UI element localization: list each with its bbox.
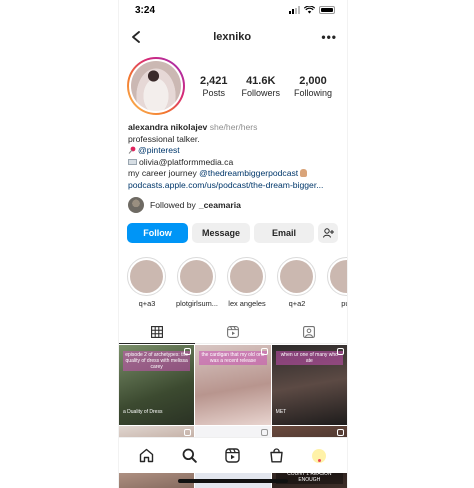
tab-reels[interactable] [195,320,271,343]
highlight-cover [230,260,263,293]
tab-posts-grid[interactable] [119,320,195,344]
profile-username: lexniko [213,31,252,43]
follow-button[interactable]: Follow [127,223,188,243]
back-chevron-icon[interactable] [129,30,143,44]
mutual-username: _ceamaria [198,200,241,210]
story-highlights: q+a3 plotgirlsum... lex angeles q+a2 pul… [119,245,347,308]
post-tile[interactable]: the cardigan that my old one was a recen… [195,345,271,425]
profile-tabs [119,320,347,344]
status-icons [289,6,335,14]
post-caption-overlay: the cardigan that my old one was a recen… [199,351,267,365]
nav-reels[interactable] [223,446,243,466]
highlight-item[interactable]: pull [327,257,347,308]
highlight-label: pull [341,299,347,308]
pointing-hand-icon [300,169,308,177]
profile-summary: 2,421 Posts 41.6K Followers 2,000 Follow… [119,54,347,116]
highlight-label: q+a3 [138,299,156,308]
highlight-cover [130,260,163,293]
bio-tagline: professional talker. [128,133,200,144]
battery-icon [319,6,335,14]
nav-profile[interactable] [309,446,329,466]
highlight-item[interactable]: q+a3 [127,257,166,308]
highlight-item[interactable]: plotgirlsum... [176,257,218,308]
profile-actions: Follow Message Email [119,213,347,245]
reel-indicator-icon [337,429,344,436]
posts-count: 2,421 [199,74,228,87]
highlight-cover [280,260,313,293]
nav-home[interactable] [137,446,157,466]
profile-stats: 2,421 Posts 41.6K Followers 2,000 Follow… [185,75,339,98]
highlight-label: lex angeles [228,299,266,308]
podcast-mention[interactable]: @thedreambiggerpodcast [199,168,298,178]
reel-indicator-icon [260,348,268,355]
following-label: Following [293,87,332,98]
profile-header: lexniko ••• [119,20,347,54]
pinterest-mention[interactable]: @pinterest [138,145,180,155]
followers-label: Followers [241,87,280,98]
add-person-icon [322,228,334,238]
status-time: 3:24 [135,4,156,16]
envelope-icon [128,158,137,165]
followers-count: 41.6K [246,74,276,87]
following-stat[interactable]: 2,000 Following [294,75,332,98]
reel-indicator-icon [184,348,192,355]
pushpin-icon [128,146,136,154]
highlight-item[interactable]: q+a2 [277,257,316,308]
bio-pinterest-line: @pinterest [128,145,338,157]
post-caption-overlay: when ur one of many who ate [275,351,343,365]
home-icon [139,448,154,463]
grid-icon [151,325,163,338]
tagged-icon [303,325,315,338]
reel-indicator-icon [337,348,344,355]
post-subtitle: MET [275,409,287,415]
display-name: alexandra nikolajev [128,122,208,132]
bio-email-line: olivia@platformmedia.ca [128,157,338,169]
nav-shop[interactable] [266,446,286,466]
bio-email: olivia@platformmedia.ca [139,156,234,167]
message-button[interactable]: Message [192,223,250,243]
highlight-label: q+a2 [288,299,306,308]
home-indicator [178,479,288,483]
reels-icon [225,448,241,463]
followed-by-label: Followed by [150,200,196,210]
post-subtitle: a Duality of Dress [123,409,163,415]
posts-label: Posts [202,87,225,98]
bio-website-link[interactable]: podcasts.apple.com/us/podcast/the-dream-… [128,180,338,192]
highlight-item[interactable]: lex angeles [227,257,266,308]
email-button[interactable]: Email [254,223,314,243]
bio-name-line: alexandra nikolajev she/her/hers [128,122,338,134]
profile-bio: alexandra nikolajev she/her/hers profess… [119,116,347,191]
post-caption-overlay: episode 2 of archetypes: the quality of … [123,351,191,371]
reel-indicator-icon [260,429,268,436]
shop-icon [269,448,283,463]
followers-stat[interactable]: 41.6K Followers [241,75,280,98]
status-bar: 3:24 [119,0,347,20]
reels-icon [227,325,239,338]
following-count: 2,000 [299,74,327,87]
highlight-cover [180,260,213,293]
phone-screen: 3:24 lexniko ••• 2,421 Posts 41.6K Follo… [118,0,348,488]
nav-search[interactable] [180,446,200,466]
post-tile[interactable]: episode 2 of archetypes: the quality of … [119,345,195,425]
bottom-navigation [119,437,347,473]
highlight-label: plotgirlsum... [176,299,218,308]
bio-career-line: my career journey @thedreambiggerpodcast [128,168,338,180]
story-ring[interactable] [127,57,185,115]
mutual-avatar [128,197,144,213]
pronouns: she/her/hers [209,122,258,132]
suggested-accounts-button[interactable] [318,223,338,243]
post-tile[interactable]: when ur one of many who ate MET [271,345,347,425]
wifi-icon [304,6,315,14]
career-text: my career journey [128,168,200,178]
reel-indicator-icon [184,429,192,436]
profile-avatar [131,61,181,111]
signal-icon [289,6,300,14]
followed-by-row[interactable]: Followed by _ceamaria [119,191,347,213]
more-options-icon[interactable]: ••• [321,30,337,44]
tab-tagged[interactable] [271,320,347,343]
posts-stat[interactable]: 2,421 Posts [200,75,228,98]
search-icon [182,448,198,463]
notification-dot [317,458,321,462]
highlight-cover [330,260,347,293]
